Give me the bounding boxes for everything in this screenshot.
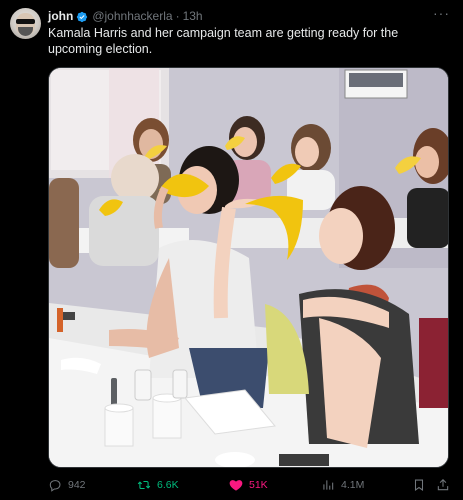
views-button[interactable]: 4.1M [321, 476, 364, 494]
photo-illustration [49, 68, 448, 467]
repost-count: 6.6K [157, 479, 179, 491]
reply-count: 942 [68, 479, 86, 491]
bookmark-icon [414, 479, 424, 491]
more-dots-icon[interactable]: ··· [433, 6, 449, 20]
reply-icon [49, 480, 61, 492]
tweet-card[interactable]: john @johnhackerla · 13h ··· Kamala Harr… [0, 0, 463, 500]
repost-button[interactable]: 6.6K [137, 476, 179, 494]
like-count: 51K [249, 479, 268, 491]
reply-button[interactable]: 942 [48, 476, 86, 494]
heart-icon [229, 480, 243, 491]
author-handle[interactable]: @johnhackerla [92, 9, 172, 24]
header-separator: · [175, 9, 180, 23]
tweet-timestamp[interactable]: 13h [183, 9, 203, 24]
tweet-text: Kamala Harris and her campaign team are … [48, 26, 399, 56]
tweet-header: john @johnhackerla · 13h [48, 9, 203, 24]
repost-icon [137, 480, 151, 490]
avatar-glasses [16, 19, 35, 24]
views-count: 4.1M [341, 479, 365, 491]
views-chart-icon [323, 480, 334, 490]
like-button[interactable]: 51K [229, 476, 268, 494]
share-icon [437, 479, 449, 491]
verified-badge-icon [77, 11, 88, 22]
avatar-beard [18, 27, 33, 36]
share-button[interactable] [436, 476, 456, 494]
tweet-media-photo[interactable] [48, 67, 449, 468]
author-display-name[interactable]: john [48, 9, 73, 24]
tweet-actions-bar: 942 6.6K 51K 4.1M [48, 476, 453, 494]
bookmark-button[interactable] [412, 476, 432, 494]
avatar[interactable] [10, 8, 41, 39]
